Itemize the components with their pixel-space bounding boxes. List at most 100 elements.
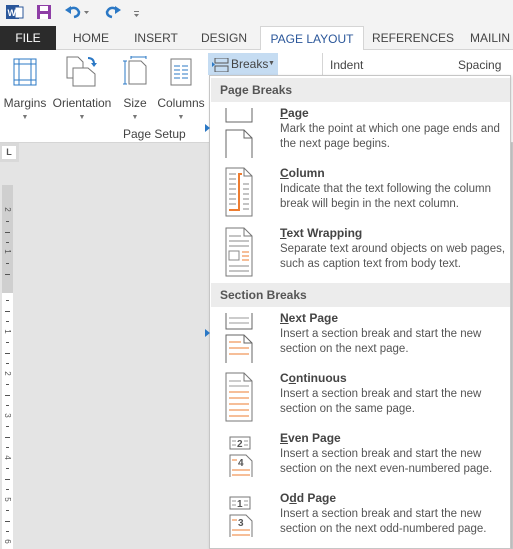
ruler-number: 4	[3, 455, 12, 460]
orientation-icon	[66, 56, 98, 91]
ruler-tick	[6, 300, 9, 301]
columns-dropdown-icon: ▼	[177, 114, 185, 121]
column-break-icon	[219, 166, 259, 218]
breaks-dropdown-icon: ▼	[268, 60, 275, 67]
tab-mailings[interactable]: MAILIN	[470, 26, 513, 50]
page-break-icon	[219, 106, 259, 158]
text-wrapping-desc: Separate text around objects on web page…	[280, 243, 506, 270]
continuous-item[interactable]: Continuous Insert a section break and st…	[211, 369, 510, 429]
continuous-desc: Insert a section break and start the new…	[280, 388, 482, 415]
ruler-tick	[6, 489, 9, 490]
column-break-item[interactable]: Column Indicate that the text following …	[211, 164, 510, 224]
tab-file[interactable]: FILE	[0, 26, 56, 50]
odd-page-item[interactable]: 13 Odd Page Insert a section break and s…	[211, 489, 510, 549]
even-page-icon: 24	[219, 431, 259, 483]
ruler-number: 1	[3, 249, 12, 254]
size-dropdown-icon: ▼	[131, 114, 139, 121]
ruler-tick	[5, 395, 10, 396]
ruler-tick	[5, 479, 10, 480]
ruler-number: 3	[3, 413, 12, 418]
size-icon	[123, 56, 149, 89]
svg-text:2: 2	[237, 439, 243, 450]
ribbon-tabs: FILE HOME INSERT DESIGN PAGE LAYOUT REFE…	[0, 26, 513, 51]
next-page-icon	[219, 311, 259, 363]
section-breaks-header: Section Breaks	[211, 283, 510, 307]
odd-page-icon: 13	[219, 491, 259, 543]
orientation-dropdown-icon: ▼	[78, 114, 86, 121]
ruler-tick	[6, 263, 9, 264]
svg-text:1: 1	[237, 499, 243, 510]
indent-label: Indent	[330, 58, 364, 72]
continuous-title: Continuous	[280, 371, 347, 385]
orientation-label: Orientation	[52, 96, 112, 110]
next-page-desc: Insert a section break and start the new…	[280, 328, 482, 355]
column-break-desc: Indicate that the text following the col…	[280, 183, 491, 210]
ruler-number: 2	[3, 207, 12, 212]
columns-icon	[170, 58, 192, 89]
ruler-tick	[5, 353, 10, 354]
even-page-desc: Insert a section break and start the new…	[280, 448, 493, 475]
tab-design[interactable]: DESIGN	[196, 26, 252, 50]
page-break-item[interactable]: Page Mark the point at which one page en…	[205, 104, 510, 164]
redo-icon[interactable]	[104, 4, 122, 23]
tab-home[interactable]: HOME	[66, 26, 116, 50]
even-page-item[interactable]: 24 Even Page Insert a section break and …	[211, 429, 510, 489]
ruler-tick	[6, 221, 9, 222]
margins-label: Margins	[3, 96, 47, 110]
tab-selector[interactable]: L	[0, 143, 19, 162]
ruler-tick	[6, 384, 9, 385]
ruler-tick	[5, 437, 10, 438]
text-wrapping-break-item[interactable]: Text Wrapping Separate text around objec…	[211, 224, 510, 284]
ruler-tick	[6, 426, 9, 427]
page-breaks-header: Page Breaks	[211, 78, 510, 102]
ruler-number: 2	[3, 371, 12, 376]
ruler-number: 6	[3, 539, 12, 544]
tab-insert[interactable]: INSERT	[130, 26, 182, 50]
ruler-margin-area	[2, 185, 13, 293]
next-page-title: Next Page	[280, 311, 339, 325]
tab-selector-glyph: L	[2, 146, 16, 159]
page-setup-group-label: Page Setup	[123, 127, 186, 141]
column-break-title: Column	[280, 166, 325, 180]
text-wrapping-icon	[219, 226, 259, 278]
ruler-tick	[5, 311, 10, 312]
ruler-tick	[6, 468, 9, 469]
tab-references[interactable]: REFERENCES	[372, 26, 454, 50]
columns-label: Columns	[157, 96, 205, 110]
default-marker-icon	[205, 329, 210, 337]
spacing-label: Spacing	[458, 58, 502, 72]
page-break-desc: Mark the point at which one page ends an…	[280, 123, 500, 150]
ruler-tick	[6, 531, 9, 532]
ruler-tick	[5, 274, 10, 275]
ruler-tick	[6, 321, 9, 322]
breaks-label: Breaks	[231, 57, 269, 71]
tab-page-layout[interactable]: PAGE LAYOUT	[260, 26, 364, 51]
continuous-icon	[219, 371, 259, 423]
margins-icon	[13, 58, 37, 89]
undo-icon[interactable]	[64, 4, 90, 23]
ruler-tick	[6, 342, 9, 343]
text-wrapping-title: Text Wrapping	[280, 226, 363, 240]
ruler-tick	[6, 363, 9, 364]
ruler-number: 5	[3, 497, 12, 502]
odd-page-title: Odd Page	[280, 491, 337, 505]
word-icon[interactable]: W	[6, 4, 24, 23]
vertical-ruler[interactable]: 2 1 1 2 3 4 5 6	[2, 185, 13, 549]
ruler-tick	[6, 510, 9, 511]
size-label: Size	[123, 96, 147, 110]
ruler-number: 1	[3, 329, 12, 334]
even-page-title: Even Page	[280, 431, 341, 445]
ribbon-divider	[322, 53, 323, 75]
breaks-menu: Page Breaks Page Mark the point at which…	[205, 75, 511, 549]
ruler-tick	[6, 447, 9, 448]
customize-qat-icon[interactable]	[133, 4, 141, 23]
svg-text:3: 3	[238, 518, 244, 529]
next-page-item[interactable]: Next Page Insert a section break and sta…	[205, 309, 510, 369]
breaks-button[interactable]: Breaks ▼	[208, 53, 278, 75]
odd-page-desc: Insert a section break and start the new…	[280, 508, 487, 535]
svg-text:4: 4	[238, 458, 244, 469]
save-icon[interactable]	[36, 4, 52, 23]
svg-text:W: W	[8, 8, 17, 18]
ruler-tick	[6, 242, 9, 243]
ruler-tick	[6, 405, 9, 406]
